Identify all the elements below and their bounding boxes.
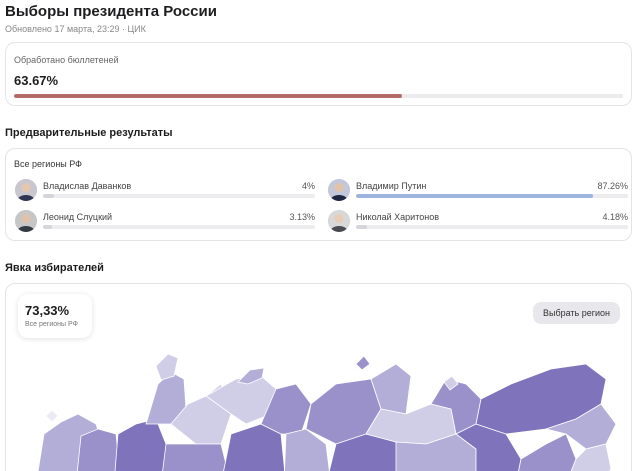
candidate-bar (43, 225, 315, 229)
candidate-name: Леонид Слуцкий (43, 212, 113, 222)
map-region[interactable] (45, 409, 59, 423)
page-title: Выборы президента России (5, 3, 217, 20)
candidate-item[interactable]: Леонид Слуцкий 3.13% (15, 210, 315, 234)
candidate-name: Владислав Даванков (43, 181, 132, 191)
map-region[interactable] (76, 428, 121, 471)
select-region-button[interactable]: Выбрать регион (533, 302, 620, 324)
candidate-bar (356, 194, 628, 198)
processed-progress-bar (14, 94, 623, 98)
turnout-value: 73,33% (25, 303, 70, 318)
candidate-bar-fill (356, 225, 368, 229)
person-avatar-icon (15, 179, 37, 201)
map-region[interactable] (516, 433, 577, 471)
turnout-summary: 73,33% Все регионы РФ (18, 294, 92, 338)
processed-progress-fill (14, 94, 402, 98)
person-avatar-icon (15, 210, 37, 232)
candidate-bar-fill (43, 194, 54, 198)
turnout-section-title: Явка избирателей (5, 262, 104, 274)
candidate-bar (356, 225, 628, 229)
processed-ballots-card: Обработано бюллетеней 63.67% (5, 42, 632, 106)
candidate-percent: 87.26% (597, 181, 628, 191)
turnout-scope: Все регионы РФ (25, 321, 78, 328)
map-region[interactable] (114, 418, 167, 471)
candidate-bar-fill (43, 225, 52, 229)
candidate-bar (43, 194, 315, 198)
candidate-name: Николай Харитонов (356, 212, 439, 222)
candidate-item[interactable]: Николай Харитонов 4.18% (328, 210, 628, 234)
candidate-percent: 4.18% (602, 212, 628, 222)
candidate-bar-fill (356, 194, 594, 198)
map-region[interactable] (355, 355, 371, 371)
results-section-title: Предварительные результаты (5, 127, 173, 139)
person-avatar-icon (328, 179, 350, 201)
processed-label: Обработано бюллетеней (14, 55, 119, 65)
person-avatar-icon (328, 210, 350, 232)
map-region[interactable] (161, 443, 231, 471)
candidate-percent: 4% (301, 181, 315, 191)
candidate-name: Владимир Путин (356, 181, 427, 191)
turnout-map-card: 73,33% Все регионы РФ Выбрать регион (5, 283, 632, 471)
candidate-item[interactable]: Владимир Путин 87.26% (328, 179, 628, 203)
results-region-label: Все регионы РФ (14, 159, 83, 169)
candidate-item[interactable]: Владислав Даванков 4% (15, 179, 315, 203)
update-timestamp: Обновлено 17 марта, 23:29 · ЦИК (5, 24, 146, 34)
results-card: Все регионы РФ Владислав Даванков 4% Вла… (5, 148, 632, 241)
processed-value: 63.67% (14, 73, 59, 88)
candidate-percent: 3.13% (289, 212, 315, 222)
